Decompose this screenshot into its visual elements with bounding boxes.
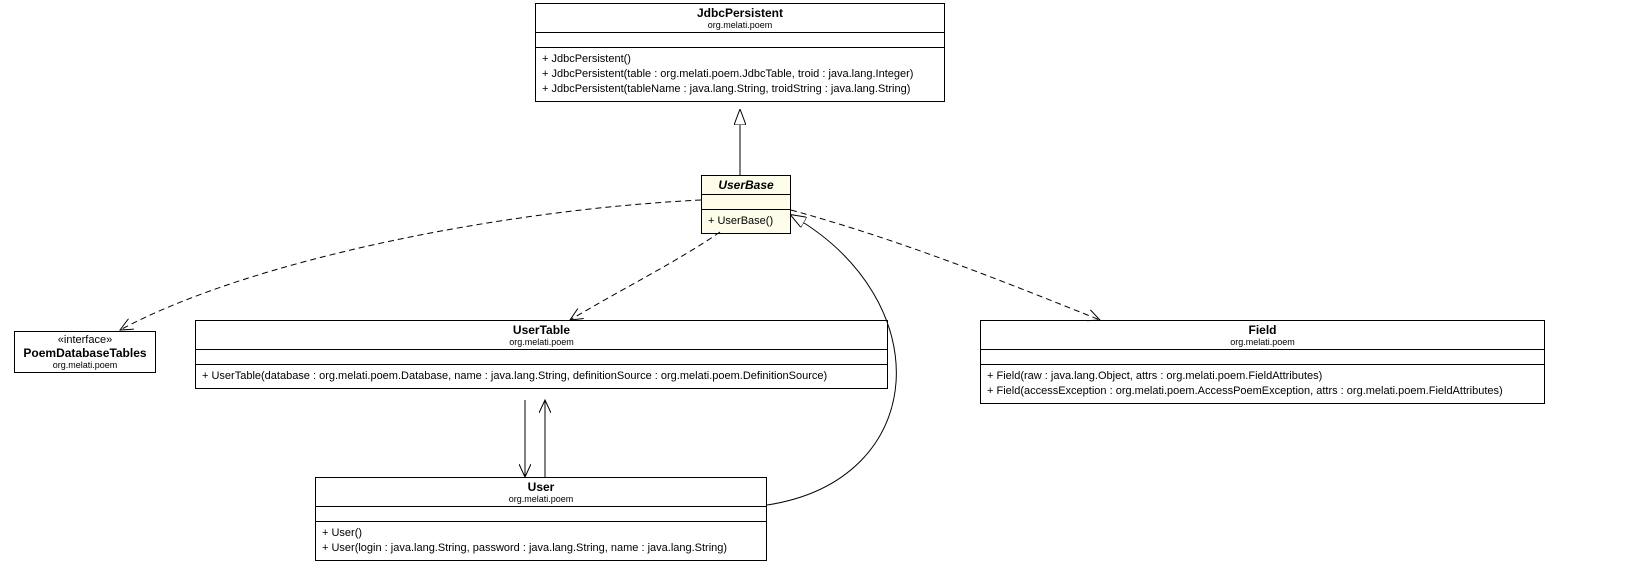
class-user-table: UserTable org.melati.poem + UserTable(da… bbox=[195, 320, 888, 389]
class-package: org.melati.poem bbox=[23, 360, 147, 370]
class-header: Field org.melati.poem bbox=[981, 321, 1544, 350]
class-attributes bbox=[536, 33, 944, 48]
class-package: org.melati.poem bbox=[544, 20, 936, 30]
class-operations: + JdbcPersistent() + JdbcPersistent(tabl… bbox=[536, 48, 944, 101]
operation: + UserBase() bbox=[708, 214, 784, 229]
class-header: JdbcPersistent org.melati.poem bbox=[536, 4, 944, 33]
dependency-userbase-usertable bbox=[570, 232, 720, 320]
operation: + Field(raw : java.lang.Object, attrs : … bbox=[987, 369, 1538, 384]
class-name: UserTable bbox=[204, 323, 879, 337]
class-name: PoemDatabaseTables bbox=[23, 346, 147, 360]
operation: + User() bbox=[322, 526, 760, 541]
class-name: Field bbox=[989, 323, 1536, 337]
class-header: UserTable org.melati.poem bbox=[196, 321, 887, 350]
class-header: User org.melati.poem bbox=[316, 478, 766, 507]
class-header: UserBase bbox=[702, 176, 790, 195]
class-package: org.melati.poem bbox=[324, 494, 758, 504]
class-package: org.melati.poem bbox=[989, 337, 1536, 347]
class-name: User bbox=[324, 480, 758, 494]
class-attributes bbox=[316, 507, 766, 522]
class-operations: + UserBase() bbox=[702, 210, 790, 233]
operation: + JdbcPersistent(table : org.melati.poem… bbox=[542, 67, 938, 82]
class-user-base: UserBase + UserBase() bbox=[701, 175, 791, 234]
operation: + User(login : java.lang.String, passwor… bbox=[322, 541, 760, 556]
class-header: «interface» PoemDatabaseTables org.melat… bbox=[15, 332, 155, 372]
dependency-userbase-poemdatabasetables bbox=[120, 200, 701, 330]
class-package: org.melati.poem bbox=[204, 337, 879, 347]
class-name: JdbcPersistent bbox=[544, 6, 936, 20]
operation: + UserTable(database : org.melati.poem.D… bbox=[202, 369, 881, 384]
class-user: User org.melati.poem + User() + User(log… bbox=[315, 477, 767, 561]
operation: + Field(accessException : org.melati.poe… bbox=[987, 384, 1538, 399]
class-name: UserBase bbox=[710, 178, 782, 192]
class-attributes bbox=[196, 350, 887, 365]
class-operations: + UserTable(database : org.melati.poem.D… bbox=[196, 365, 887, 388]
class-field: Field org.melati.poem + Field(raw : java… bbox=[980, 320, 1545, 404]
class-attributes bbox=[702, 195, 790, 210]
class-operations: + Field(raw : java.lang.Object, attrs : … bbox=[981, 365, 1544, 403]
class-poem-database-tables: «interface» PoemDatabaseTables org.melat… bbox=[14, 331, 156, 373]
class-jdbc-persistent: JdbcPersistent org.melati.poem + JdbcPer… bbox=[535, 3, 945, 102]
operation: + JdbcPersistent(tableName : java.lang.S… bbox=[542, 82, 938, 97]
operation: + JdbcPersistent() bbox=[542, 52, 938, 67]
class-operations: + User() + User(login : java.lang.String… bbox=[316, 522, 766, 560]
class-stereotype: «interface» bbox=[23, 334, 147, 346]
class-attributes bbox=[981, 350, 1544, 365]
dependency-userbase-field bbox=[791, 210, 1100, 320]
